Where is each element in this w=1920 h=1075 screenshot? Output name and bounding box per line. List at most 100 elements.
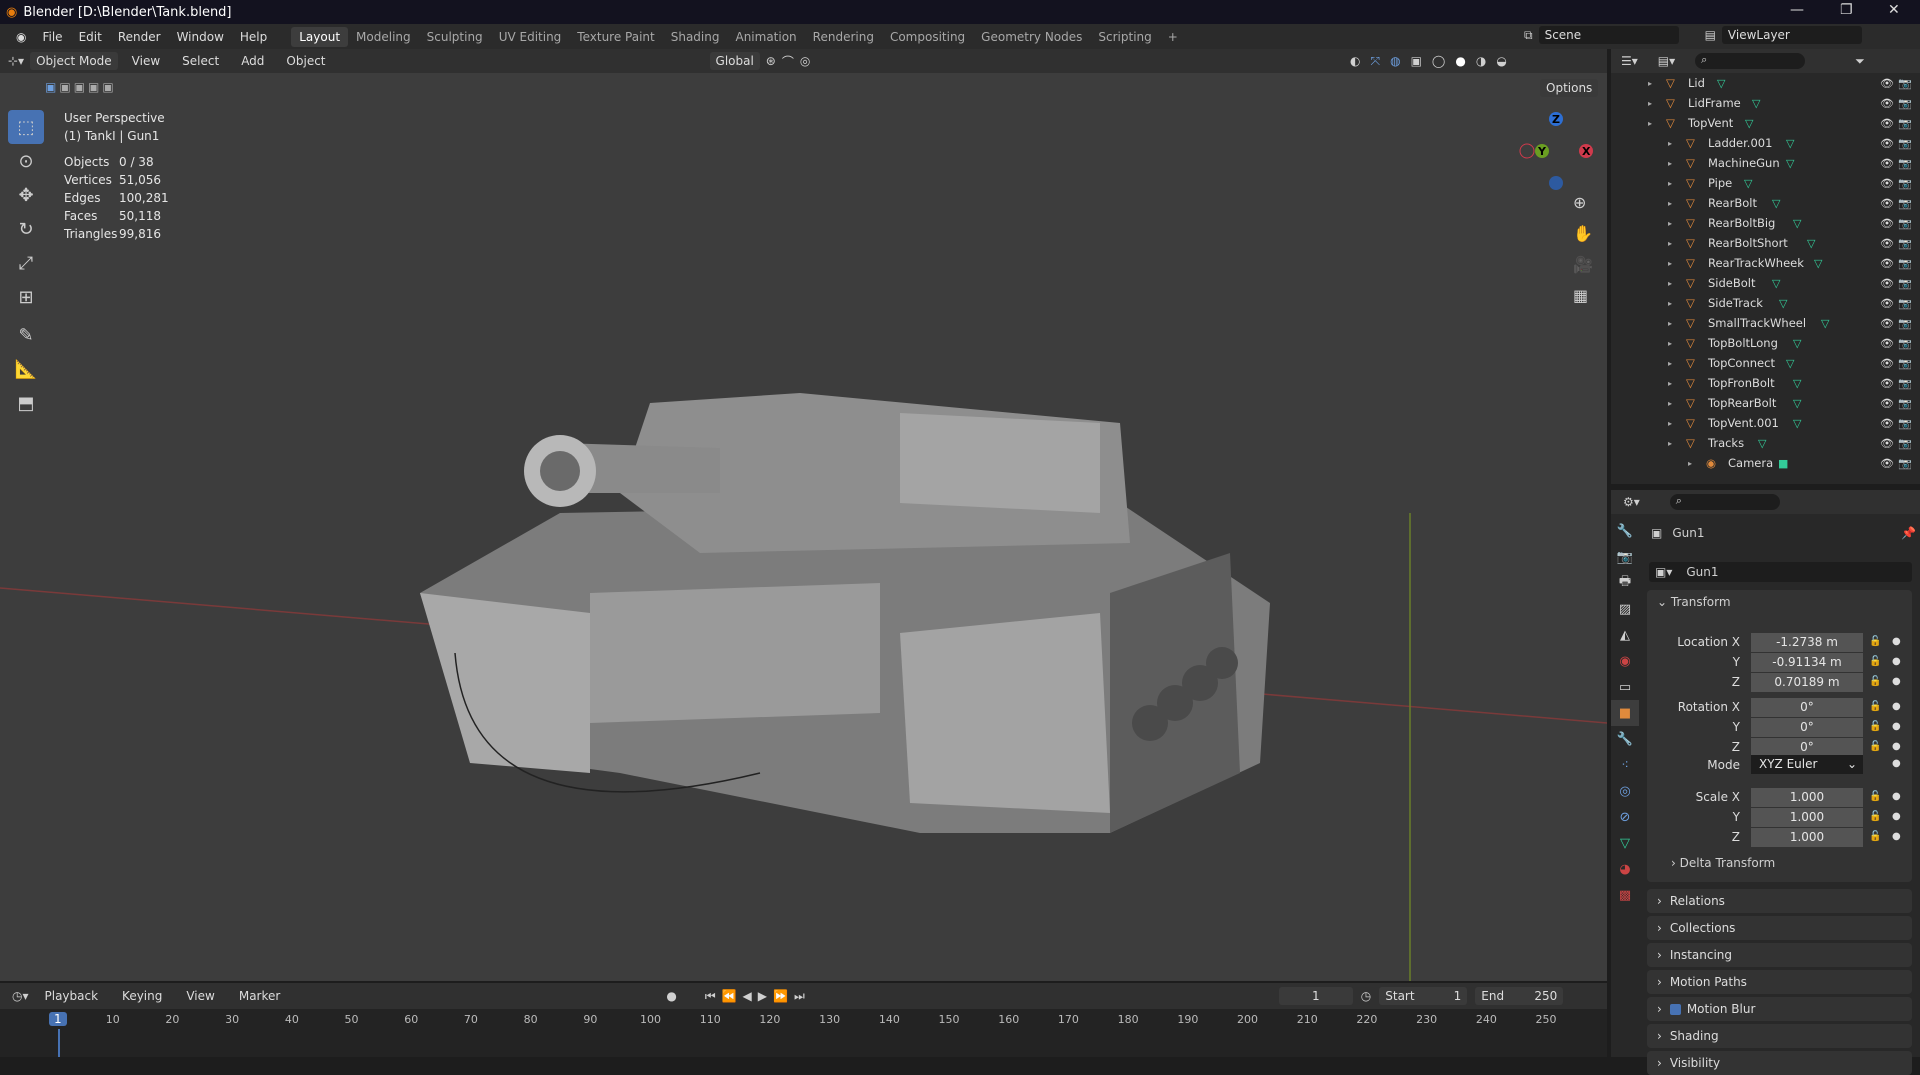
display-mode-icon[interactable]: ▤▾ <box>1658 54 1675 68</box>
select-intersect-icon[interactable]: ▣ <box>102 80 113 94</box>
scene-icon[interactable]: ⧉ <box>1524 28 1533 43</box>
mesh-data-icon[interactable]: ▽ <box>1793 417 1801 430</box>
mesh-data-icon[interactable]: ▽ <box>1758 437 1766 450</box>
material-shading-icon[interactable]: ◑ <box>1476 54 1486 69</box>
outliner-item[interactable]: ▸ ▽ SmallTrackWheel ▽ 👁 📷 <box>1611 313 1920 333</box>
transform-value-field[interactable]: 0° <box>1751 698 1863 717</box>
eye-icon[interactable]: 👁 <box>1880 77 1894 90</box>
menu-add[interactable]: Add <box>233 54 272 68</box>
render-camera-icon[interactable]: 📷 <box>1898 137 1912 150</box>
eye-icon[interactable]: 👁 <box>1880 377 1894 390</box>
xray-icon[interactable]: ▣ <box>1411 54 1422 69</box>
eye-icon[interactable]: 👁 <box>1880 417 1894 430</box>
mesh-data-icon[interactable]: ▽ <box>1745 117 1753 130</box>
mesh-data-tab-icon[interactable]: ▽ <box>1611 830 1639 856</box>
physics-tab-icon[interactable]: ◎ <box>1611 778 1639 804</box>
expand-arrow-icon[interactable]: ▸ <box>1668 239 1672 248</box>
keyframe-dot-icon[interactable]: ● <box>1892 656 1901 667</box>
object-tab-icon[interactable]: ■ <box>1611 700 1639 726</box>
rendered-shading-icon[interactable]: ◒ <box>1496 54 1506 69</box>
menu-playback[interactable]: Playback <box>37 989 107 1003</box>
keyframe-dot-icon[interactable]: ● <box>1892 741 1901 752</box>
eye-icon[interactable]: 👁 <box>1880 157 1894 170</box>
transform-value-field[interactable]: -1.2738 m <box>1751 633 1863 652</box>
expand-arrow-icon[interactable]: ▸ <box>1668 379 1672 388</box>
menu-help[interactable]: Help <box>232 30 275 44</box>
rotation-mode-dropdown[interactable]: XYZ Euler ⌄ <box>1751 755 1863 774</box>
keyframe-dot-icon[interactable]: ● <box>1892 636 1901 647</box>
menu-select[interactable]: Select <box>174 54 227 68</box>
outliner-item[interactable]: ▸ ▽ TopConnect ▽ 👁 📷 <box>1611 353 1920 373</box>
properties-editor-icon[interactable]: ⚙▾ <box>1623 495 1640 509</box>
outliner[interactable]: ☰▾ ▤▾ ⌕ ⏷ ▸ ▽ Lid ▽ 👁 📷 ▸ ▽ LidFrame ▽ 👁 📷 ▸… <box>1611 49 1920 484</box>
outliner-item[interactable]: ▸ ▽ MachineGun ▽ 👁 📷 <box>1611 153 1920 173</box>
minimize-icon[interactable]: — <box>1790 2 1804 18</box>
menu-object[interactable]: Object <box>278 54 333 68</box>
expand-arrow-icon[interactable]: ▸ <box>1668 139 1672 148</box>
annotate-tool-icon[interactable]: ✎ <box>8 318 44 352</box>
mesh-data-icon[interactable]: ▽ <box>1786 137 1794 150</box>
3d-viewport[interactable]: Z Y X Options ⊕ ✋ 🎥 ▦ ▣ ▣ ▣ ▣ ▣ <box>0 73 1607 981</box>
mesh-data-icon[interactable]: ▽ <box>1786 157 1794 170</box>
eye-icon[interactable]: 👁 <box>1880 197 1894 210</box>
render-camera-icon[interactable]: 📷 <box>1898 157 1912 170</box>
lock-icon[interactable]: 🔓 <box>1869 741 1881 752</box>
world-tab-icon[interactable]: ◉ <box>1611 648 1639 674</box>
eye-icon[interactable]: 👁 <box>1880 317 1894 330</box>
render-camera-icon[interactable]: 📷 <box>1898 277 1912 290</box>
lock-icon[interactable]: 🔓 <box>1869 721 1881 732</box>
modifier-tab-icon[interactable]: 🔧 <box>1611 726 1639 752</box>
lock-icon[interactable]: 🔓 <box>1869 811 1881 822</box>
panel-header[interactable]: › Visibility <box>1647 1051 1912 1075</box>
outliner-search-icon[interactable]: ⌕ <box>1695 53 1806 69</box>
lock-icon[interactable]: 🔓 <box>1869 701 1881 712</box>
eye-icon[interactable]: 👁 <box>1880 177 1894 190</box>
move-tool-icon[interactable]: ✥ <box>8 178 44 212</box>
collection-tab-icon[interactable]: ▭ <box>1611 674 1639 700</box>
properties-search-icon[interactable]: ⌕ <box>1669 494 1780 510</box>
motion-blur-checkbox[interactable] <box>1669 1003 1681 1015</box>
proportional-edit-icon[interactable]: ◎ <box>800 54 810 68</box>
mesh-data-icon[interactable]: ▽ <box>1752 97 1760 110</box>
tab-rendering[interactable]: Rendering <box>805 27 882 47</box>
tab-animation[interactable]: Animation <box>727 27 804 47</box>
panel-header[interactable]: › Motion Paths <box>1647 970 1912 994</box>
view-layer-selector[interactable]: ViewLayer <box>1721 26 1862 44</box>
keyframe-dot-icon[interactable]: ● <box>1892 831 1901 842</box>
render-camera-icon[interactable]: 📷 <box>1898 317 1912 330</box>
overlay-icon[interactable]: ◍ <box>1390 54 1400 69</box>
expand-arrow-icon[interactable]: ▸ <box>1668 399 1672 408</box>
select-box-tool-icon[interactable]: ⬚ <box>8 110 44 144</box>
tab-texture-paint[interactable]: Texture Paint <box>569 27 662 47</box>
ortho-grid-icon[interactable]: ▦ <box>1573 286 1593 305</box>
expand-arrow-icon[interactable]: ▸ <box>1648 99 1652 108</box>
pin-icon[interactable]: 📌 <box>1901 526 1916 540</box>
playhead-line[interactable] <box>58 1029 60 1057</box>
options-label[interactable]: Options <box>1540 79 1599 97</box>
visibility-icon[interactable]: ◐ <box>1350 54 1360 69</box>
outliner-item[interactable]: ▸ ▽ RearBoltBig ▽ 👁 📷 <box>1611 213 1920 233</box>
options-button[interactable]: Options <box>1540 79 1599 97</box>
render-camera-icon[interactable]: 📷 <box>1898 237 1912 250</box>
outliner-item[interactable]: ▸ ▽ Pipe ▽ 👁 📷 <box>1611 173 1920 193</box>
object-type-icon[interactable]: ▣▾ <box>1655 565 1672 579</box>
expand-arrow-icon[interactable]: ▸ <box>1648 119 1652 128</box>
render-camera-icon[interactable]: 📷 <box>1898 177 1912 190</box>
particles-tab-icon[interactable]: ⁖ <box>1611 752 1639 778</box>
expand-arrow-icon[interactable]: ▸ <box>1668 259 1672 268</box>
mesh-data-icon[interactable]: ▽ <box>1793 377 1801 390</box>
render-camera-icon[interactable]: 📷 <box>1898 437 1912 450</box>
render-camera-icon[interactable]: 📷 <box>1898 397 1912 410</box>
outliner-item[interactable]: ▸ ▽ TopVent.001 ▽ 👁 📷 <box>1611 413 1920 433</box>
add-cube-tool-icon[interactable]: ⬒ <box>8 386 44 420</box>
transform-value-field[interactable]: 1.000 <box>1751 808 1863 827</box>
camera-data-icon[interactable]: ■ <box>1778 457 1788 470</box>
tab-modeling[interactable]: Modeling <box>348 27 419 47</box>
render-camera-icon[interactable]: 📷 <box>1898 217 1912 230</box>
view-layer-tab-icon[interactable]: ▨ <box>1611 596 1639 622</box>
render-camera-icon[interactable]: 📷 <box>1898 357 1912 370</box>
expand-arrow-icon[interactable]: ▸ <box>1668 199 1672 208</box>
expand-arrow-icon[interactable]: ▸ <box>1668 339 1672 348</box>
tab-geometry-nodes[interactable]: Geometry Nodes <box>973 27 1090 47</box>
current-frame-marker[interactable]: 1 <box>49 1012 67 1026</box>
